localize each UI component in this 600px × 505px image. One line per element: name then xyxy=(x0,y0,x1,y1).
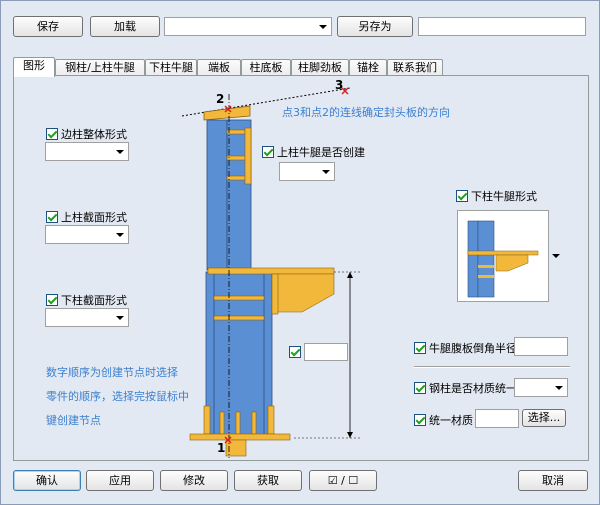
checkbox-icon xyxy=(46,211,58,223)
edge-column-form-combo[interactable] xyxy=(45,142,129,161)
lower-section-form-checkbox[interactable]: 下柱截面形式 xyxy=(46,292,127,308)
upper-column-shape xyxy=(206,119,228,271)
ok-button[interactable]: 确认 xyxy=(13,470,81,491)
upper-stiffener-shape xyxy=(226,155,246,161)
cancel-button[interactable]: 取消 xyxy=(518,470,588,491)
divider xyxy=(414,366,570,368)
preset-combo[interactable] xyxy=(164,17,332,36)
upper-bracket-create-combo[interactable] xyxy=(279,162,335,181)
column-same-material-checkbox[interactable]: 钢柱是否材质统一 xyxy=(414,380,517,396)
note-line-2: 零件的顺序，选择完按鼠标中 xyxy=(46,390,189,403)
shelf-plate-shape xyxy=(207,267,335,275)
lower-bracket-form-picker[interactable] xyxy=(457,210,560,302)
tab-end-plate[interactable]: 端板 xyxy=(197,59,241,76)
tab-base-plate[interactable]: 柱底板 xyxy=(241,59,291,76)
graphic-panel: 2 3 1 点3和点2的连线确定封头板的方向 边柱整体形式 上柱截面形式 下柱截… xyxy=(13,75,589,461)
tab-graphic[interactable]: 图形 xyxy=(13,57,55,77)
modify-button[interactable]: 修改 xyxy=(160,470,228,491)
apply-button[interactable]: 应用 xyxy=(86,470,154,491)
middle-checkbox[interactable] xyxy=(289,346,301,358)
toggle-all-button[interactable]: ☑ / ☐ xyxy=(309,470,377,491)
toggle-separator: / xyxy=(341,474,345,487)
save-as-name-input[interactable] xyxy=(418,17,586,36)
upper-bracket-shape xyxy=(244,127,252,185)
upper-stiffener-shape xyxy=(226,175,246,181)
upper-stiffener-shape xyxy=(226,129,246,135)
dialog-window: 保存 加载 另存为 图形 钢柱/上柱牛腿 下柱牛腿 端板 柱底板 柱脚劲板 锚栓… xyxy=(0,0,600,505)
checked-box-icon: ☑ xyxy=(327,474,338,487)
chevron-down-icon xyxy=(116,233,124,237)
bracket-web-chamfer-checkbox[interactable]: 牛腿腹板倒角半径 xyxy=(414,340,517,356)
chevron-down-icon xyxy=(116,150,124,154)
tab-anchor-bolt[interactable]: 锚栓 xyxy=(349,59,387,76)
select-material-button[interactable]: 选择... xyxy=(522,409,566,427)
lower-section-form-combo[interactable] xyxy=(45,308,129,327)
tab-base-stiffener[interactable]: 柱脚劲板 xyxy=(291,59,349,76)
checkbox-icon xyxy=(46,294,58,306)
upper-section-form-combo[interactable] xyxy=(45,225,129,244)
direction-note: 点3和点2的连线确定封头板的方向 xyxy=(282,106,450,119)
point1-label: 1 xyxy=(217,441,226,455)
tab-contact-us[interactable]: 联系我们 xyxy=(387,59,443,76)
unchecked-box-icon: ☐ xyxy=(348,474,359,487)
upper-section-form-checkbox[interactable]: 上柱截面形式 xyxy=(46,209,127,225)
tab-lower-bracket[interactable]: 下柱牛腿 xyxy=(145,59,197,76)
point2-label: 2 xyxy=(216,92,225,106)
get-button[interactable]: 获取 xyxy=(234,470,302,491)
checkbox-icon xyxy=(262,146,274,158)
save-button[interactable]: 保存 xyxy=(13,16,83,37)
tab-column-upper-bracket[interactable]: 钢柱/上柱牛腿 xyxy=(55,59,145,76)
checkbox-icon xyxy=(414,382,426,394)
lower-bracket-form-checkbox[interactable]: 下柱牛腿形式 xyxy=(456,188,537,204)
note-line-1: 数字顺序为创建节点时选择 xyxy=(46,366,178,379)
bracket-preview-icon xyxy=(467,220,539,298)
bracket-web-chamfer-input[interactable] xyxy=(514,337,568,356)
chevron-down-icon xyxy=(319,25,327,29)
checkbox-icon xyxy=(46,128,58,140)
checkbox-icon xyxy=(414,414,426,426)
checkbox-icon xyxy=(414,342,426,354)
upper-bracket-create-checkbox[interactable]: 上柱牛腿是否创建 xyxy=(262,144,365,160)
note-line-3: 键创建节点 xyxy=(46,414,101,427)
column-same-material-combo[interactable] xyxy=(514,378,568,397)
point3-label: 3 xyxy=(335,78,344,92)
edge-column-form-checkbox[interactable]: 边柱整体形式 xyxy=(46,126,127,142)
chevron-down-icon[interactable] xyxy=(552,254,560,258)
chevron-down-icon xyxy=(116,316,124,320)
lower-bracket-shape xyxy=(275,273,335,313)
chevron-down-icon xyxy=(322,170,330,174)
base-plate-shape xyxy=(189,433,291,441)
unify-material-checkbox[interactable]: 统一材质 xyxy=(414,412,473,428)
checkbox-icon xyxy=(289,346,301,358)
save-as-button[interactable]: 另存为 xyxy=(337,16,413,37)
checkbox-icon xyxy=(456,190,468,202)
unify-material-input[interactable] xyxy=(475,409,519,428)
load-button[interactable]: 加载 xyxy=(90,16,160,37)
middle-input[interactable] xyxy=(304,343,348,361)
chevron-down-icon xyxy=(555,386,563,390)
